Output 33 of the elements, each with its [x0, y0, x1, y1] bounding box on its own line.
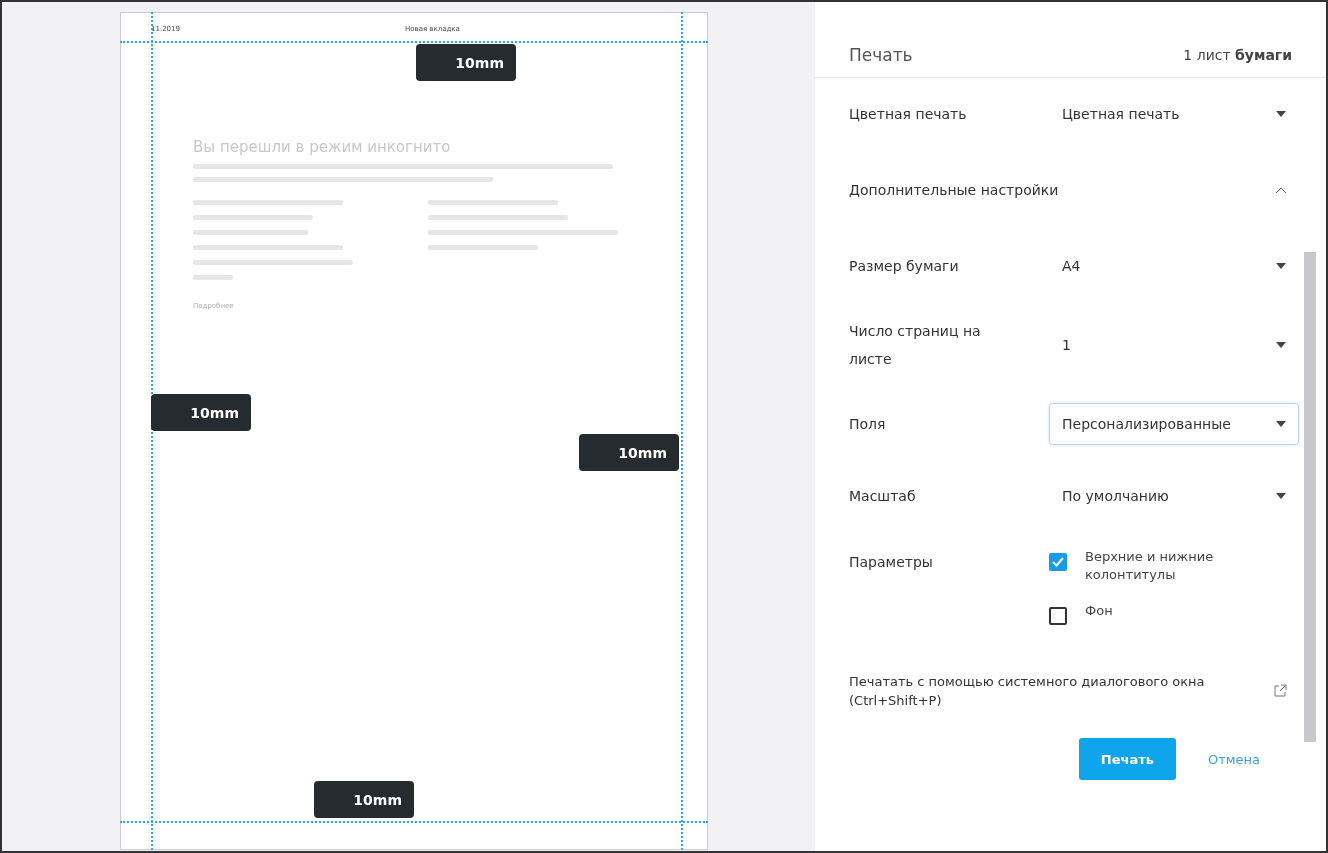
scrollbar-thumb[interactable] [1304, 252, 1316, 742]
external-link-icon [1273, 684, 1287, 698]
section-label: Дополнительные настройки [849, 182, 1059, 198]
sheet-count: 1 лист бумаги [1183, 46, 1292, 63]
setting-label: Размер бумаги [849, 257, 960, 276]
dropdown-caret-icon [1276, 111, 1286, 117]
setting-dropdown[interactable]: Персонализированные [1049, 403, 1299, 445]
checkbox[interactable] [1049, 607, 1067, 625]
margin-label: 10mm [416, 44, 516, 81]
dropdown-caret-icon [1276, 493, 1286, 499]
system-dialog-link[interactable]: Печатать с помощью системного диалогового окна (Ctrl+Shift+P) [849, 672, 1239, 710]
setting-label: Параметры [849, 553, 934, 572]
setting-dropdown[interactable]: Цветная печать [1049, 93, 1299, 135]
setting-dropdown[interactable]: A4 [1049, 245, 1299, 287]
checkbox-label: Фон [1085, 602, 1114, 620]
margin-label: 10mm [151, 394, 251, 431]
checkbox[interactable] [1049, 553, 1067, 571]
dropdown-caret-icon [1276, 421, 1286, 427]
more-settings-toggle[interactable]: Дополнительные настройки [849, 150, 1287, 230]
dropdown-caret-icon [1276, 263, 1286, 269]
chevron-up-icon [1275, 186, 1287, 194]
margin-label: 10mm [314, 781, 414, 818]
dropdown-caret-icon [1276, 342, 1286, 348]
setting-label: Число страниц на листе [849, 322, 982, 369]
setting-label: Цветная печать [849, 105, 968, 124]
setting-dropdown[interactable]: По умолчанию [1049, 475, 1299, 517]
margin-label: 10mm [579, 434, 679, 471]
setting-label: Масштаб [849, 487, 917, 506]
setting-dropdown[interactable]: 1 [1049, 324, 1299, 366]
dialog-title: Печать [849, 44, 913, 65]
blurred-text-line [193, 275, 233, 280]
setting-label: Поля [849, 415, 887, 434]
checkbox-label: Верхние и нижние колонтитулы [1085, 548, 1215, 584]
